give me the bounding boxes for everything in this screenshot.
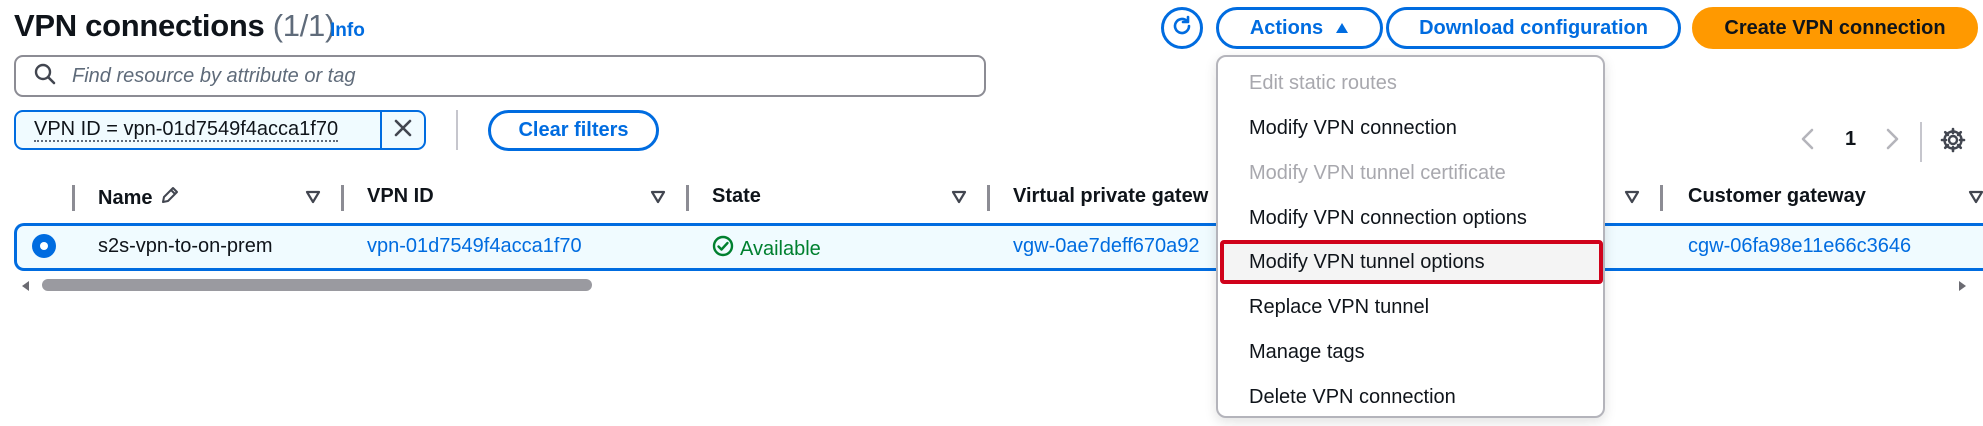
filter-token-label[interactable]: VPN ID = vpn-01d7549f4acca1f70	[16, 112, 380, 148]
info-link[interactable]: Info	[330, 20, 365, 42]
create-vpn-connection-button[interactable]: Create VPN connection	[1692, 7, 1978, 49]
close-icon	[393, 118, 413, 143]
menu-item-replace-vpn-tunnel[interactable]: Replace VPN tunnel	[1220, 285, 1603, 329]
column-separator	[72, 185, 75, 211]
sort-caret-down-icon[interactable]	[650, 190, 666, 209]
scroll-left-icon[interactable]	[20, 279, 32, 297]
column-separator	[1660, 185, 1663, 211]
column-header-label: Name	[98, 186, 153, 209]
filter-divider	[456, 110, 458, 150]
column-header-label: Virtual private gatew	[1013, 185, 1209, 207]
cgw-link[interactable]: cgw-06fa98e11e66c3646	[1688, 235, 1911, 258]
edit-icon	[160, 185, 180, 211]
column-header-label: VPN ID	[367, 185, 434, 207]
sort-caret-down-icon[interactable]	[305, 190, 321, 209]
menu-item-modify-vpn-tunnel-options[interactable]: Modify VPN tunnel options	[1220, 240, 1603, 284]
pagination-divider	[1920, 122, 1922, 162]
menu-item-manage-tags[interactable]: Manage tags	[1220, 330, 1603, 374]
column-header-customer-gateway[interactable]: Customer gateway	[1688, 185, 1866, 208]
caret-up-icon	[1335, 17, 1349, 40]
actions-label: Actions	[1249, 16, 1324, 39]
angle-right-icon[interactable]	[1884, 128, 1900, 155]
scroll-right-icon[interactable]	[1956, 279, 1968, 297]
column-header-label: State	[712, 185, 761, 207]
settings-icon[interactable]	[1940, 127, 1966, 158]
clear-filters-button[interactable]: Clear filters	[488, 110, 659, 151]
download-configuration-button[interactable]: Download configuration	[1386, 7, 1681, 49]
column-header-vpn-id[interactable]: VPN ID	[367, 185, 434, 208]
column-header-name[interactable]: Name	[98, 185, 180, 211]
angle-left-icon[interactable]	[1800, 128, 1816, 155]
menu-item-modify-vpn-tunnel-certificate[interactable]: Modify VPN tunnel certificate	[1220, 151, 1603, 195]
menu-item-edit-static-routes[interactable]: Edit static routes	[1220, 61, 1603, 105]
state-cell: Available	[712, 235, 821, 263]
page-number[interactable]: 1	[1845, 128, 1856, 151]
filter-token-text: VPN ID = vpn-01d7549f4acca1f70	[34, 118, 339, 142]
sort-caret-down-icon[interactable]	[1624, 190, 1640, 209]
refresh-icon	[1170, 14, 1194, 43]
menu-item-modify-vpn-connection-options[interactable]: Modify VPN connection options	[1220, 196, 1603, 240]
column-separator	[987, 185, 990, 211]
status-positive-icon	[712, 235, 734, 263]
search-input[interactable]	[70, 63, 950, 89]
filter-dismiss-button[interactable]	[380, 112, 424, 148]
menu-item-delete-vpn-connection[interactable]: Delete VPN connection	[1220, 375, 1603, 419]
vgw-link[interactable]: vgw-0ae7deff670a92	[1013, 235, 1199, 258]
horizontal-scrollbar-thumb[interactable]	[42, 279, 592, 291]
resource-count: (1/1)	[272, 8, 336, 43]
search-field[interactable]	[14, 55, 986, 97]
column-header-state[interactable]: State	[712, 185, 761, 208]
page-title: VPN connections (1/1)	[14, 8, 335, 44]
refresh-button[interactable]	[1161, 7, 1203, 49]
row-radio-selected[interactable]	[32, 234, 56, 258]
actions-dropdown-menu: Edit static routes Modify VPN connection…	[1216, 55, 1605, 418]
filter-token: VPN ID = vpn-01d7549f4acca1f70	[14, 110, 426, 150]
actions-button[interactable]: Actions	[1216, 7, 1383, 49]
menu-item-modify-vpn-connection[interactable]: Modify VPN connection	[1220, 106, 1603, 150]
search-icon	[34, 63, 56, 90]
state-text: Available	[740, 237, 821, 260]
vpn-id-link[interactable]: vpn-01d7549f4acca1f70	[367, 235, 582, 258]
column-header-label: Customer gateway	[1688, 185, 1866, 207]
column-header-virtual-private-gateway[interactable]: Virtual private gatew	[1013, 185, 1208, 208]
column-separator	[686, 185, 689, 211]
cell-name: s2s-vpn-to-on-prem	[98, 235, 273, 257]
column-separator	[341, 185, 344, 211]
sort-caret-down-icon[interactable]	[951, 190, 967, 209]
page-title-text: VPN connections	[14, 8, 265, 43]
sort-caret-down-icon[interactable]	[1968, 190, 1983, 209]
